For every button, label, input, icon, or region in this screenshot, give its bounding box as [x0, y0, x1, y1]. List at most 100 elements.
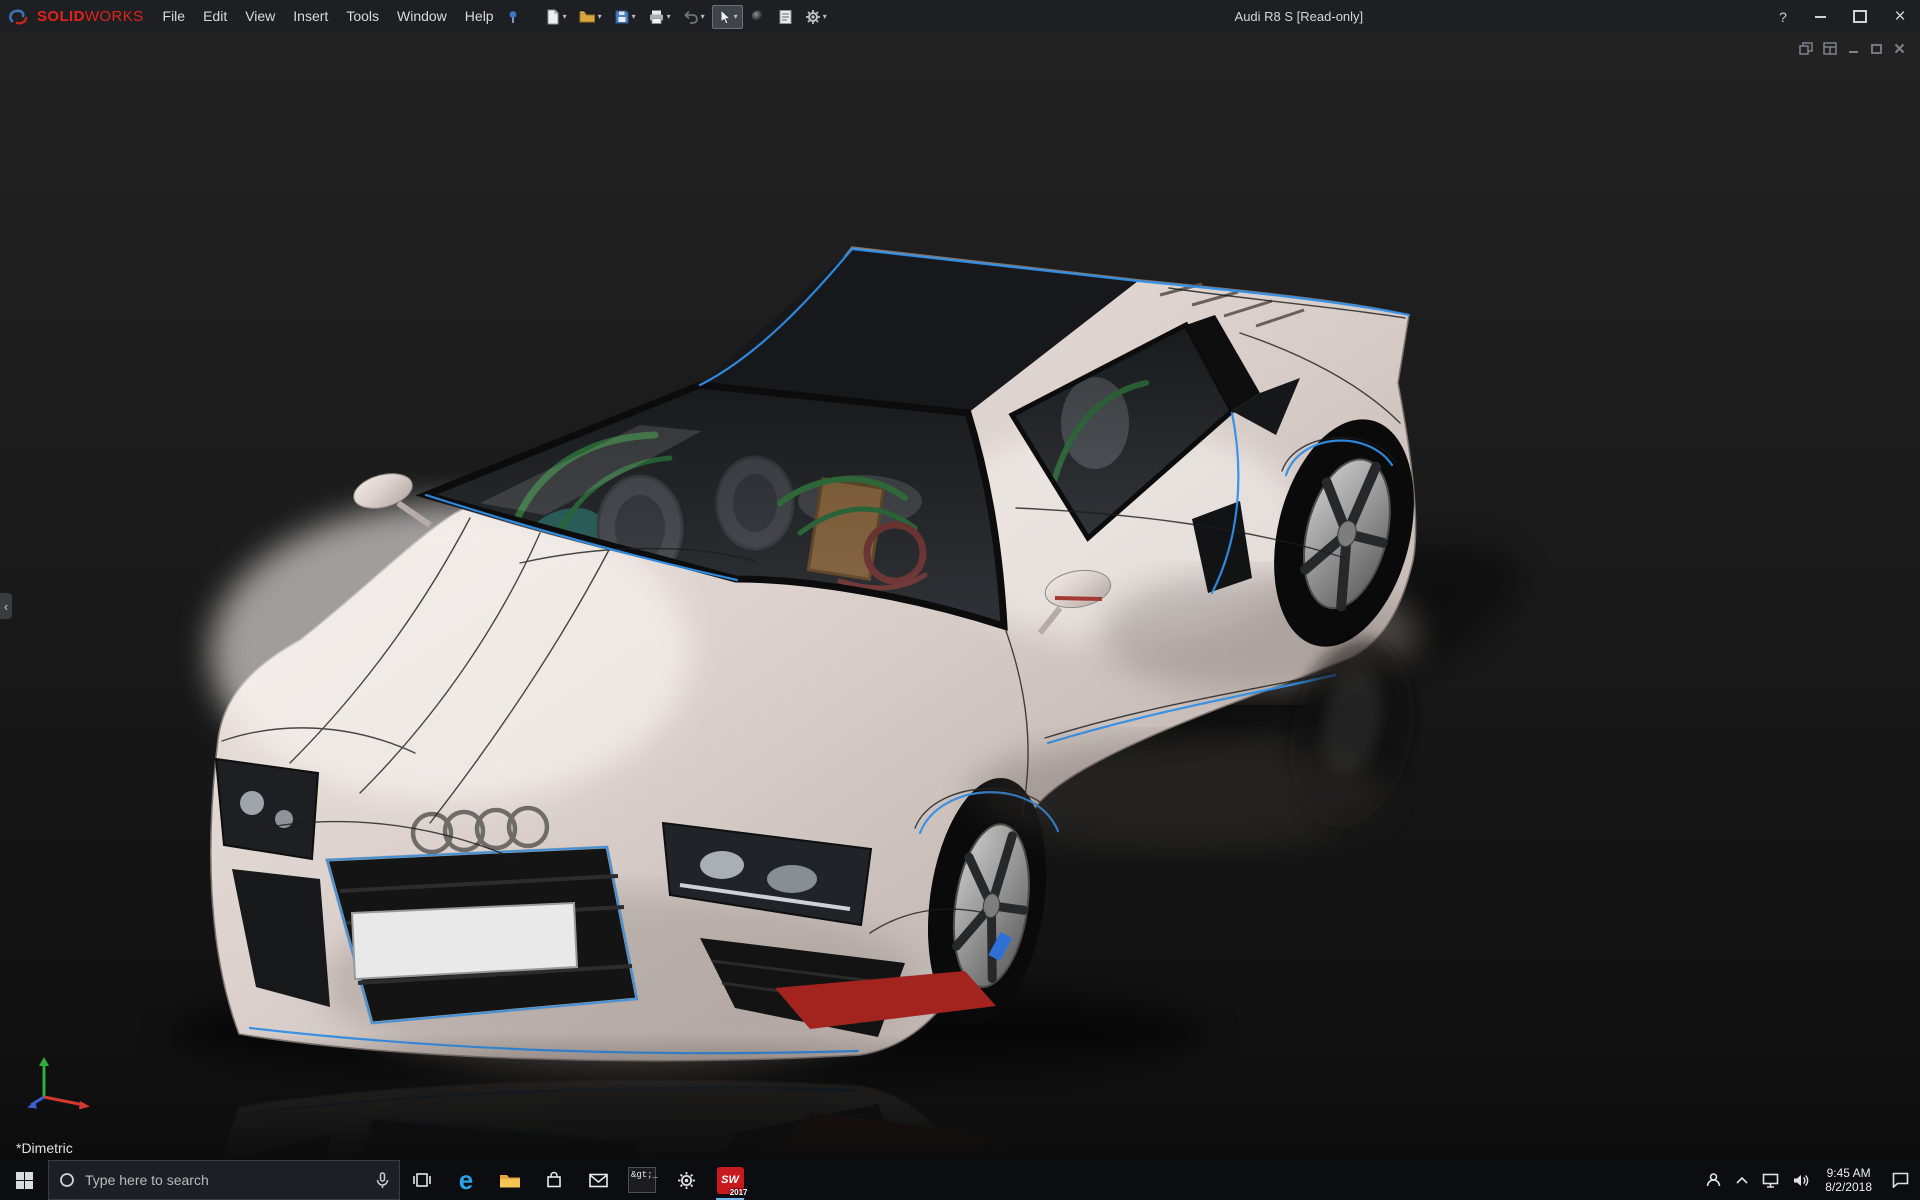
- view-sphere-button[interactable]: [745, 5, 771, 29]
- save-button[interactable]: ▾: [609, 5, 641, 29]
- microphone-icon[interactable]: [376, 1172, 389, 1189]
- file-properties-button[interactable]: [773, 5, 798, 29]
- solidworks-version-badge: 2017: [730, 1188, 748, 1197]
- maximize-button[interactable]: [1840, 0, 1880, 33]
- settings-button[interactable]: [664, 1160, 708, 1200]
- people-icon: [1705, 1172, 1722, 1188]
- windows-logo-icon: [16, 1172, 33, 1189]
- solidworks-logo: SOLIDWORKS: [0, 8, 154, 26]
- caret-down-icon: ▾: [632, 13, 636, 21]
- taskbar-clock[interactable]: 9:45 AM 8/2/2018: [1817, 1166, 1880, 1194]
- settings-gear-icon: [677, 1171, 696, 1190]
- caret-down-icon: ▾: [598, 13, 602, 21]
- clock-time: 9:45 AM: [1825, 1166, 1872, 1180]
- caret-down-icon: ▾: [701, 13, 705, 21]
- open-button[interactable]: ▾: [574, 5, 607, 29]
- volume-button[interactable]: [1786, 1160, 1817, 1200]
- open-folder-icon: [579, 9, 596, 25]
- store-button[interactable]: [532, 1160, 576, 1200]
- dassault-3ds-icon: [8, 8, 32, 26]
- graphics-viewport[interactable]: *Dimetric ‹: [0, 33, 1920, 1160]
- print-button[interactable]: ▾: [643, 5, 676, 29]
- volume-icon: [1793, 1173, 1810, 1188]
- caret-down-icon: ▾: [734, 13, 738, 21]
- panel-expand-tab[interactable]: ‹: [0, 593, 12, 619]
- logo-text-light: WORKS: [85, 8, 144, 25]
- document-window-controls: [1799, 42, 1906, 55]
- orientation-triad: [26, 1051, 104, 1114]
- menu-insert[interactable]: Insert: [284, 0, 337, 33]
- taskbar-search[interactable]: [48, 1160, 400, 1200]
- mdi-minimize-icon[interactable]: [1847, 42, 1860, 55]
- menu-file[interactable]: File: [154, 0, 195, 33]
- minimize-icon: [1815, 16, 1826, 18]
- logo-text-bold: SOLID: [37, 8, 85, 25]
- sphere-icon: [750, 9, 766, 25]
- file-properties-icon: [778, 9, 793, 25]
- quick-access-toolbar: ▾ ▾ ▾ ▾ ▾ ▾: [540, 5, 832, 29]
- mail-icon: [589, 1173, 608, 1188]
- audi-r8-model[interactable]: [0, 33, 1920, 1160]
- pin-menu-icon[interactable]: [507, 10, 520, 24]
- action-center-button[interactable]: [1880, 1160, 1920, 1200]
- undo-button[interactable]: ▾: [678, 5, 710, 29]
- caret-down-icon: ▾: [563, 13, 567, 21]
- people-button[interactable]: [1698, 1160, 1729, 1200]
- options-button[interactable]: ▾: [800, 5, 832, 29]
- cortana-icon: [59, 1172, 75, 1188]
- menu-edit[interactable]: Edit: [194, 0, 236, 33]
- gear-icon: [805, 9, 821, 25]
- chevron-left-icon: ‹: [4, 599, 8, 614]
- store-icon: [545, 1171, 563, 1189]
- mdi-close-icon[interactable]: [1893, 42, 1906, 55]
- new-document-button[interactable]: ▾: [540, 5, 572, 29]
- hidden-icons-button[interactable]: [1729, 1160, 1755, 1200]
- new-document-icon: [545, 9, 561, 25]
- mdi-restore-icon[interactable]: [1870, 42, 1883, 55]
- close-button[interactable]: ×: [1880, 0, 1920, 33]
- minimize-button[interactable]: [1800, 0, 1840, 33]
- start-button[interactable]: [0, 1160, 48, 1200]
- maximize-icon: [1853, 10, 1867, 23]
- file-explorer-icon: [499, 1172, 521, 1189]
- save-floppy-icon: [614, 9, 630, 25]
- mdi-tile-icon[interactable]: [1823, 42, 1837, 55]
- solidworks-taskbar-button[interactable]: SW 2017: [708, 1160, 752, 1200]
- solidworks-icon: SW 2017: [717, 1167, 744, 1194]
- caret-down-icon: ▾: [667, 13, 671, 21]
- help-button[interactable]: ?: [1766, 9, 1800, 25]
- console-icon: &gt;_: [628, 1167, 656, 1193]
- menu-window[interactable]: Window: [388, 0, 456, 33]
- edge-icon: e: [459, 1167, 473, 1193]
- task-view-icon: [413, 1172, 431, 1188]
- caret-down-icon: ▾: [823, 13, 827, 21]
- menu-bar: SOLIDWORKS File Edit View Insert Tools W…: [0, 0, 1920, 33]
- windows-taskbar: e &gt;_ SW 2017: [0, 1160, 1920, 1200]
- undo-arrow-icon: [683, 9, 699, 25]
- license-plate[interactable]: [352, 903, 577, 979]
- search-input[interactable]: [83, 1171, 368, 1189]
- car-body[interactable]: [210, 247, 1436, 1073]
- task-view-button[interactable]: [400, 1160, 444, 1200]
- floor-fade: [0, 1033, 1920, 1160]
- menu-view[interactable]: View: [236, 0, 284, 33]
- view-orientation-label: *Dimetric: [16, 1140, 73, 1156]
- console-button[interactable]: &gt;_: [620, 1160, 664, 1200]
- select-tool-button[interactable]: ▾: [712, 5, 743, 29]
- window-controls: ? ×: [1766, 0, 1920, 33]
- chevron-up-icon: [1736, 1176, 1748, 1184]
- clock-date: 8/2/2018: [1825, 1180, 1872, 1194]
- mail-button[interactable]: [576, 1160, 620, 1200]
- system-tray: 9:45 AM 8/2/2018: [1698, 1160, 1920, 1200]
- select-cursor-icon: [717, 9, 732, 25]
- network-icon: [1762, 1173, 1779, 1188]
- mdi-float-icon[interactable]: [1799, 42, 1813, 55]
- menu-help[interactable]: Help: [456, 0, 503, 33]
- file-explorer-button[interactable]: [488, 1160, 532, 1200]
- menu-tools[interactable]: Tools: [337, 0, 388, 33]
- edge-button[interactable]: e: [444, 1160, 488, 1200]
- window-title: Audi R8 S [Read-only]: [832, 9, 1766, 24]
- print-icon: [648, 9, 665, 25]
- network-button[interactable]: [1755, 1160, 1786, 1200]
- headlight-left[interactable]: [216, 759, 318, 859]
